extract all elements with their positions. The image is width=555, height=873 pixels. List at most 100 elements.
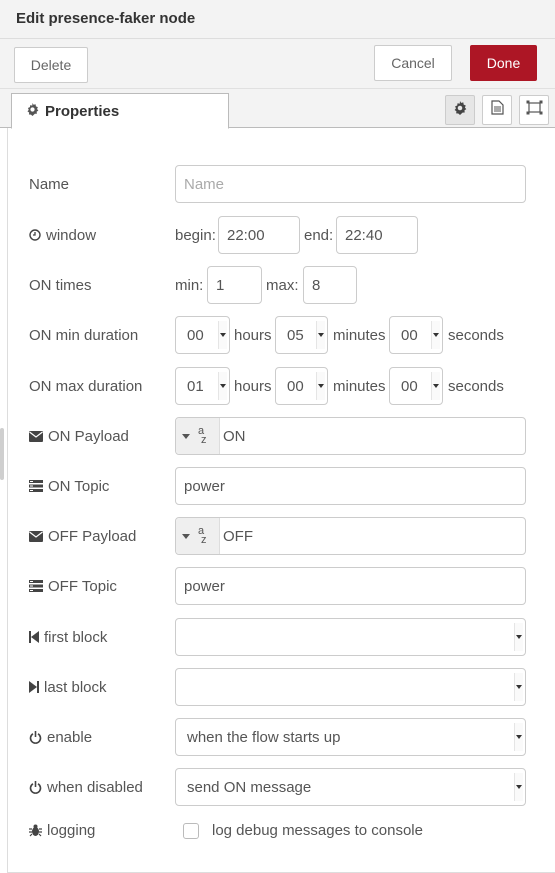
minutes-label: minutes (333, 326, 386, 344)
min-times-input[interactable]: 1 (207, 266, 262, 304)
string-type-icon: a z (198, 425, 207, 446)
min-minutes-value: 05 (287, 326, 304, 344)
row-on-times: ON times min: 1 max: 8 (29, 266, 549, 304)
last-block-label: last block (44, 678, 107, 696)
window-label-wrap: window (29, 216, 96, 254)
cancel-button[interactable]: Cancel (374, 45, 452, 81)
dialog-title: Edit presence-faker node (0, 0, 555, 39)
tab-properties-label: Properties (45, 102, 120, 120)
off-payload-label: OFF Payload (48, 527, 137, 545)
envelope-icon (29, 530, 43, 542)
resize-handle[interactable] (0, 428, 4, 480)
power-icon (29, 780, 42, 794)
logging-checkbox[interactable] (183, 823, 199, 839)
row-off-payload: OFF Payload a z OFF (29, 517, 549, 555)
payload-type-select[interactable]: a z (176, 418, 220, 454)
row-logging: logging log debug messages to console (29, 811, 549, 849)
chevron-down-icon (316, 321, 325, 349)
max-minutes-value: 00 (287, 377, 304, 395)
max-times-input[interactable]: 8 (303, 266, 357, 304)
minutes-label: minutes (333, 377, 386, 395)
gear-icon (26, 102, 39, 120)
first-block-label: first block (44, 628, 108, 646)
tab-properties[interactable]: Properties (11, 93, 229, 129)
chevron-down-icon (514, 723, 523, 751)
row-name: Name Name (29, 165, 549, 203)
max-hours-value: 01 (187, 377, 204, 395)
dialog-toolbar: Delete Cancel Done (0, 39, 555, 89)
chevron-down-icon (514, 623, 523, 651)
off-payload-input[interactable]: a z OFF (175, 517, 526, 555)
bug-icon (29, 824, 42, 836)
appearance-icon (526, 100, 543, 120)
min-seconds-select[interactable]: 00 (389, 316, 443, 354)
step-forward-icon (29, 681, 39, 693)
last-block-select[interactable] (175, 668, 526, 706)
max-minutes-select[interactable]: 00 (275, 367, 328, 405)
appearance-tab-button[interactable] (519, 95, 549, 125)
first-block-select[interactable] (175, 618, 526, 656)
off-payload-label-wrap: OFF Payload (29, 517, 136, 555)
delete-button[interactable]: Delete (14, 47, 88, 83)
chevron-down-icon (431, 321, 440, 349)
off-topic-label-wrap: OFF Topic (29, 567, 117, 605)
off-topic-input[interactable]: power (175, 567, 526, 605)
description-tab-button[interactable] (482, 95, 512, 125)
name-label: Name (29, 175, 70, 193)
done-button[interactable]: Done (470, 45, 537, 81)
on-max-duration-label: ON max duration (29, 377, 143, 395)
end-label: end: (304, 226, 334, 244)
window-label: window (46, 226, 97, 244)
row-on-payload: ON Payload a z ON (29, 417, 549, 455)
clock-icon (29, 229, 41, 241)
row-on-topic: ON Topic power (29, 467, 549, 505)
when-disabled-label: when disabled (47, 778, 143, 796)
chevron-down-icon (218, 372, 227, 400)
on-topic-label-wrap: ON Topic (29, 467, 109, 505)
first-block-label-wrap: first block (29, 618, 107, 656)
logging-checkbox-label[interactable]: log debug messages to console (212, 811, 423, 849)
begin-time-input[interactable]: 22:00 (218, 216, 300, 254)
when-disabled-select[interactable]: send ON message (175, 768, 526, 806)
logging-label: logging (47, 821, 96, 839)
payload-type-select[interactable]: a z (176, 518, 220, 554)
logging-label-wrap: logging (29, 811, 95, 849)
min-hours-select[interactable]: 00 (175, 316, 230, 354)
end-time-input[interactable]: 22:40 (336, 216, 418, 254)
tasks-icon (29, 580, 43, 592)
on-payload-value: ON (223, 427, 246, 445)
chevron-down-icon (514, 673, 523, 701)
on-topic-label: ON Topic (48, 477, 110, 495)
min-minutes-select[interactable]: 05 (275, 316, 328, 354)
enable-label: enable (47, 728, 93, 746)
hours-label: hours (234, 326, 272, 344)
min-hours-value: 00 (187, 326, 204, 344)
enable-select[interactable]: when the flow starts up (175, 718, 526, 756)
name-input[interactable]: Name (175, 165, 526, 203)
enable-label-wrap: enable (29, 718, 92, 756)
min-seconds-value: 00 (401, 326, 418, 344)
chevron-down-icon (316, 372, 325, 400)
row-first-block: first block (29, 618, 549, 656)
off-topic-label: OFF Topic (48, 577, 117, 595)
when-disabled-label-wrap: when disabled (29, 768, 143, 806)
tab-bar: Properties (0, 89, 555, 129)
row-off-topic: OFF Topic power (29, 567, 549, 605)
hours-label: hours (234, 377, 272, 395)
on-payload-input[interactable]: a z ON (175, 417, 526, 455)
max-hours-select[interactable]: 01 (175, 367, 230, 405)
caret-down-icon (182, 533, 190, 539)
on-payload-label: ON Payload (48, 427, 129, 445)
max-seconds-select[interactable]: 00 (389, 367, 443, 405)
seconds-label: seconds (448, 377, 504, 395)
caret-down-icon (182, 433, 190, 439)
off-payload-value: OFF (223, 527, 253, 545)
on-topic-input[interactable]: power (175, 467, 526, 505)
max-label: max: (266, 276, 299, 294)
gear-icon (453, 100, 467, 120)
enable-value: when the flow starts up (187, 728, 341, 746)
seconds-label: seconds (448, 326, 504, 344)
gear-tab-button[interactable] (445, 95, 475, 125)
chevron-down-icon (218, 321, 227, 349)
row-last-block: last block (29, 668, 549, 706)
